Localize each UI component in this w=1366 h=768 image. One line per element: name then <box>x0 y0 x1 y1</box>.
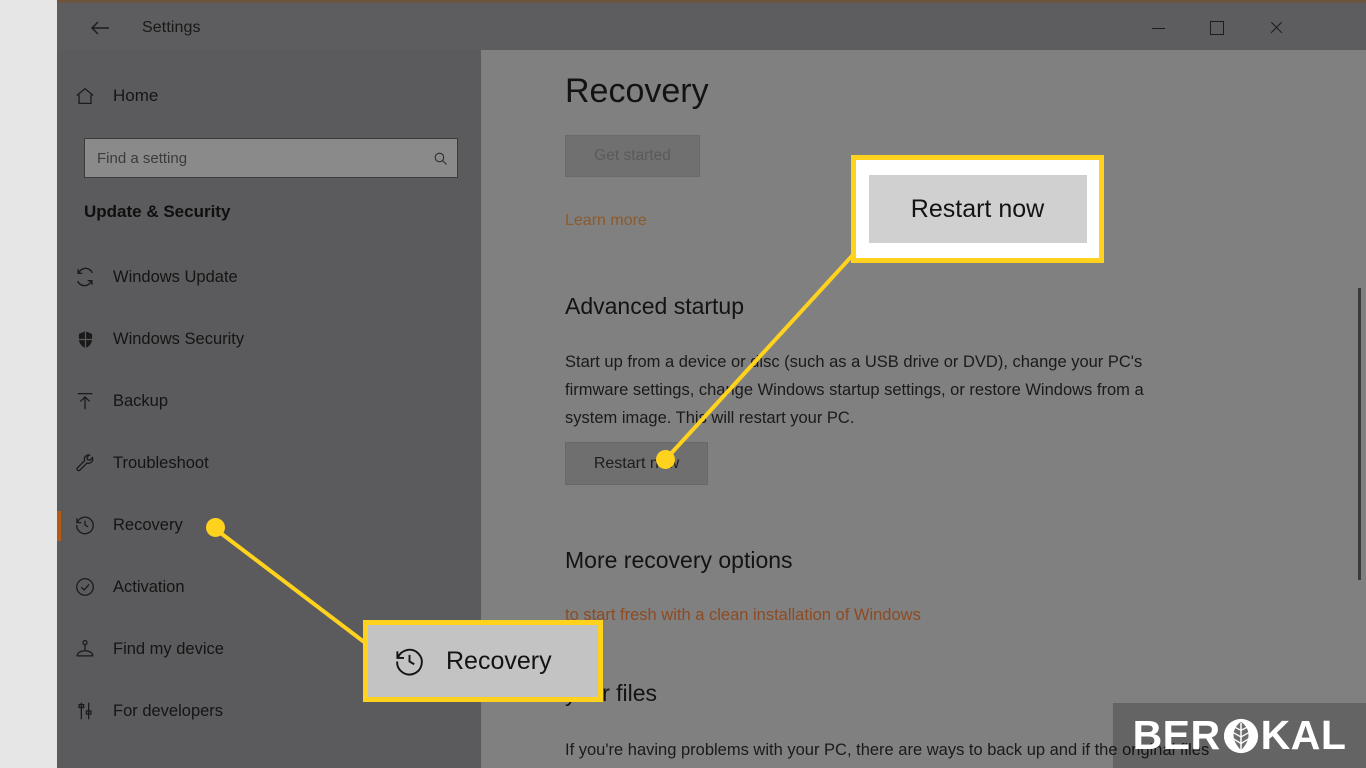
get-started-button[interactable]: Get started <box>565 135 700 177</box>
search-icon[interactable] <box>423 150 457 167</box>
sidebar-item-label: Windows Security <box>113 329 245 348</box>
sidebar-item-recovery[interactable]: Recovery <box>57 494 481 556</box>
sidebar-item-troubleshoot[interactable]: Troubleshoot <box>57 432 481 494</box>
search-input[interactable] <box>85 148 423 168</box>
back-arrow-icon[interactable] <box>77 6 123 50</box>
restart-now-button[interactable]: Restart now <box>565 442 708 485</box>
fresh-start-link[interactable]: to start fresh with a clean installation… <box>565 606 921 625</box>
recovery-callout: Recovery <box>363 620 603 702</box>
page-title: Recovery <box>565 72 709 110</box>
locate-device-icon <box>57 638 113 660</box>
upload-arrow-icon <box>57 390 113 412</box>
close-icon[interactable] <box>1253 6 1299 50</box>
restart-now-callout-label: Restart now <box>868 175 1087 243</box>
sidebar-item-activation[interactable]: Activation <box>57 556 481 618</box>
wrench-icon <box>57 452 113 474</box>
shield-icon <box>57 329 113 350</box>
home-icon <box>57 85 113 107</box>
sidebar-group-title: Update & Security <box>84 202 231 221</box>
window-title: Settings <box>142 19 201 36</box>
watermark-suffix: KAL <box>1260 712 1347 758</box>
sidebar-item-label: Recovery <box>113 515 183 534</box>
refresh-icon <box>57 266 113 288</box>
history-clock-icon <box>57 514 113 536</box>
sidebar-item-label: Backup <box>113 391 169 410</box>
brain-leaf-icon <box>1222 717 1260 755</box>
recovery-callout-label: Recovery <box>446 646 552 675</box>
more-recovery-options-heading: More recovery options <box>565 547 793 573</box>
sidebar-item-windows-security[interactable]: Windows Security <box>57 308 481 370</box>
sidebar-item-label: Troubleshoot <box>113 453 209 472</box>
search-box[interactable] <box>84 138 458 178</box>
title-bar: Settings <box>57 3 1366 50</box>
check-circle-icon <box>57 576 113 598</box>
sidebar-item-windows-update[interactable]: Windows Update <box>57 246 481 308</box>
advanced-startup-description: Start up from a device or disc (such as … <box>565 353 1144 427</box>
maximize-icon[interactable] <box>1194 6 1240 50</box>
watermark-prefix: BER <box>1132 712 1221 758</box>
minimize-icon[interactable] <box>1135 6 1181 50</box>
sidebar-item-label: Find my device <box>113 639 224 658</box>
restart-now-callout: Restart now <box>851 155 1104 263</box>
sidebar-item-home[interactable]: Home <box>57 72 481 120</box>
watermark: BER KAL <box>1113 703 1366 768</box>
watermark-text: BER KAL <box>1133 712 1347 759</box>
sidebar-item-label: Windows Update <box>113 267 238 286</box>
annotation-dot-recovery <box>206 518 225 537</box>
sidebar-item-home-label: Home <box>113 86 159 105</box>
history-clock-icon <box>386 645 432 678</box>
settings-window: Settings Home Update & Security <box>57 0 1366 768</box>
sidebar-item-backup[interactable]: Backup <box>57 370 481 432</box>
sidebar-item-label: Activation <box>113 577 185 596</box>
sliders-icon <box>57 700 113 722</box>
annotation-dot-restart <box>656 450 675 469</box>
sidebar-item-label: For developers <box>113 701 224 720</box>
advanced-startup-heading: Advanced startup <box>565 293 745 319</box>
learn-more-link[interactable]: Learn more <box>565 212 647 230</box>
vertical-scrollbar[interactable] <box>1358 288 1361 580</box>
